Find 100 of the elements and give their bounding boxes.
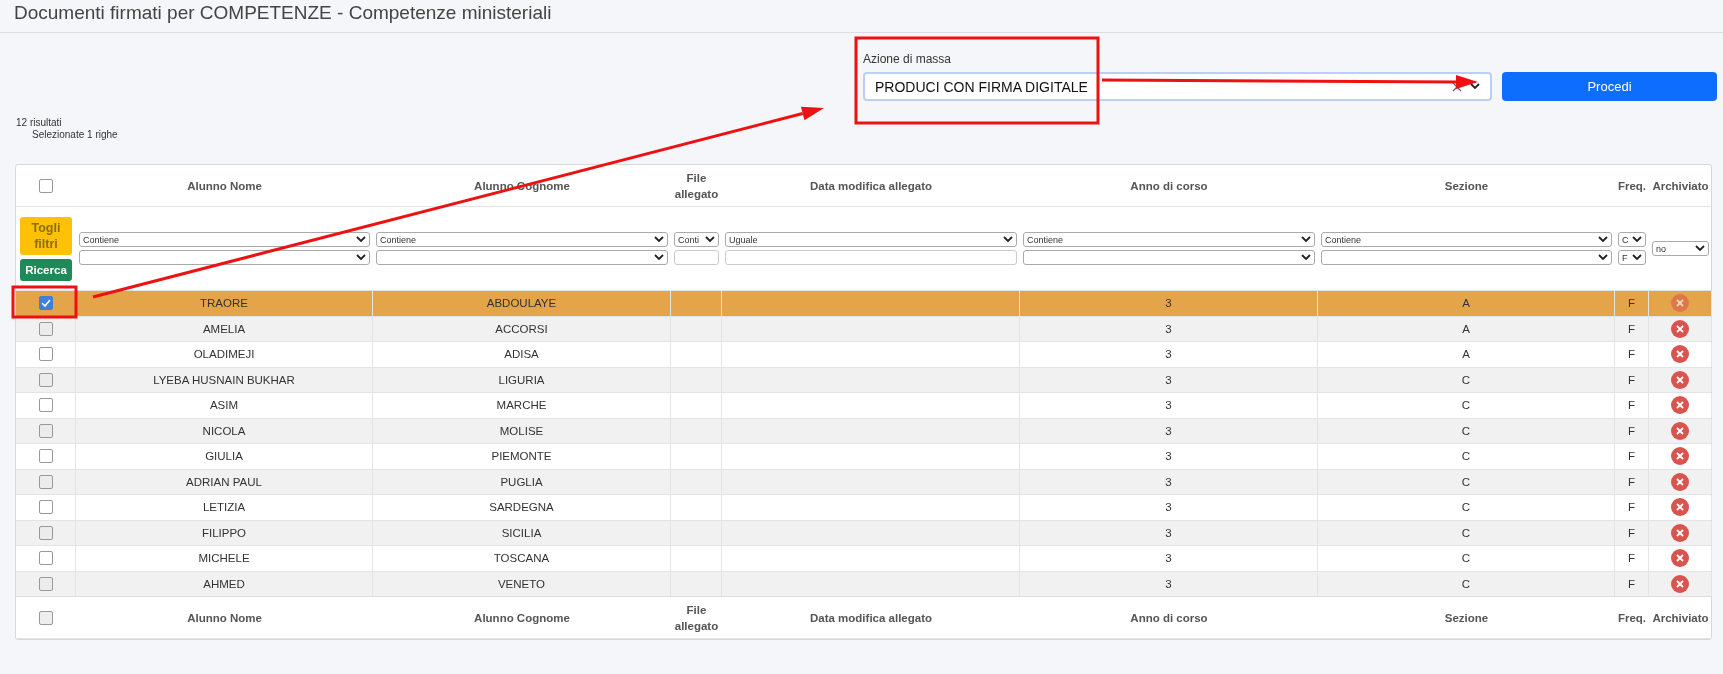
value-dropdown[interactable] (79, 250, 370, 265)
column-header[interactable]: File allegato (671, 601, 722, 634)
delete-icon[interactable] (1671, 523, 1689, 542)
checkbox[interactable] (38, 474, 53, 489)
table-cell: C (1461, 526, 1471, 539)
table-cell: F (1628, 475, 1635, 488)
checkbox[interactable] (38, 321, 53, 336)
column-header[interactable]: Anno di corso (1130, 177, 1208, 194)
checkbox[interactable] (38, 500, 53, 515)
column-header[interactable]: Sezione (1444, 609, 1489, 626)
filter-input[interactable] (725, 250, 1017, 265)
chevron-icon (1301, 254, 1311, 261)
table-cell: F (1628, 450, 1635, 463)
table-row[interactable]: NICOLA MOLISE 3 C F (16, 417, 1711, 443)
value-dropdown[interactable] (376, 250, 668, 265)
table-row[interactable]: AMELIA ACCORSI 3 A F (16, 315, 1711, 341)
delete-icon[interactable] (1671, 345, 1689, 364)
table-cell: ACCORSI (495, 322, 548, 335)
table-cell: F (1628, 424, 1635, 437)
operator-dropdown[interactable]: Conti (674, 232, 719, 247)
table-cell: F (1628, 501, 1635, 514)
table-row[interactable]: ASIM MARCHE 3 C F (16, 392, 1711, 418)
table-cell: C (1461, 450, 1471, 463)
column-header[interactable]: Data modifica allegato (809, 609, 933, 626)
checkbox[interactable] (38, 551, 53, 566)
table-cell: SICILIA (501, 526, 542, 539)
column-header[interactable]: File allegato (671, 169, 722, 202)
checkbox[interactable] (38, 347, 53, 362)
delete-icon[interactable] (1671, 319, 1689, 338)
checkbox[interactable] (38, 296, 53, 311)
checkbox[interactable] (38, 423, 53, 438)
highlight-box (11, 285, 78, 319)
table-row[interactable]: GIULIA PIEMONTE 3 C F (16, 443, 1711, 469)
column-header[interactable]: Alunno Nome (187, 609, 262, 626)
column-header[interactable]: Freq. (1617, 177, 1647, 194)
table-cell: OLADIMEJI (193, 348, 255, 361)
delete-icon[interactable] (1671, 396, 1689, 415)
checkbox[interactable] (38, 449, 53, 464)
table-cell: C (1461, 373, 1471, 386)
column-header[interactable]: Alunno Nome (187, 177, 262, 194)
table-cell: 3 (1165, 322, 1172, 335)
delete-icon[interactable] (1671, 447, 1689, 466)
chevron-icon (356, 254, 366, 261)
table-row[interactable]: MICHELE TOSCANA 3 C F (16, 545, 1711, 571)
checkbox[interactable] (39, 178, 53, 193)
checkbox[interactable] (39, 610, 53, 625)
column-header[interactable]: Archiviato (1652, 177, 1709, 194)
table-cell: C (1461, 424, 1471, 437)
table-row[interactable]: OLADIMEJI ADISA 3 A F (16, 341, 1711, 367)
table-row[interactable]: ADRIAN PAUL PUGLIA 3 C F (16, 468, 1711, 494)
table-cell: 3 (1165, 526, 1172, 539)
checkbox[interactable] (38, 398, 53, 413)
delete-icon[interactable] (1671, 498, 1689, 517)
column-header[interactable]: Archiviato (1652, 609, 1709, 626)
value-dropdown[interactable] (1321, 250, 1612, 265)
operator-dropdown[interactable]: C (1618, 232, 1646, 247)
operator-dropdown[interactable]: Contiene (79, 232, 370, 247)
table-cell: 3 (1165, 297, 1172, 310)
delete-icon[interactable] (1671, 370, 1689, 389)
column-header[interactable]: Alunno Cognome (474, 609, 570, 626)
value-dropdown[interactable]: F (1618, 250, 1646, 265)
value-dropdown[interactable] (1023, 250, 1315, 265)
delete-icon[interactable] (1671, 472, 1689, 491)
proceed-button[interactable]: Procedi (1502, 72, 1717, 101)
checkbox[interactable] (38, 372, 53, 387)
operator-dropdown[interactable]: Contiene (376, 232, 668, 247)
clear-icon[interactable] (1452, 81, 1462, 92)
column-header[interactable]: Anno di corso (1130, 609, 1208, 626)
table-cell: F (1628, 322, 1635, 335)
table-cell: F (1628, 526, 1635, 539)
delete-icon[interactable] (1671, 549, 1689, 568)
operator-dropdown[interactable]: Uguale (725, 232, 1017, 247)
table-cell: LYEBA HUSNAIN BUKHAR (153, 373, 295, 386)
operator-dropdown[interactable]: Contiene (1023, 232, 1315, 247)
table-cell: C (1461, 552, 1471, 565)
operator-dropdown[interactable]: Contiene (1321, 232, 1612, 247)
table-row[interactable]: LYEBA HUSNAIN BUKHAR LIGURIA 3 C F (16, 366, 1711, 392)
search-button[interactable]: Ricerca (20, 258, 72, 281)
mass-action-dropdown[interactable]: PRODUCI CON FIRMA DIGITALE (863, 72, 1492, 101)
table-row[interactable]: LETIZIA SARDEGNA 3 C F (16, 494, 1711, 520)
checkbox[interactable] (38, 525, 53, 540)
table-row[interactable]: TRAORE ABDOULAYE 3 A F (16, 290, 1711, 316)
table-row[interactable]: FILIPPO SICILIA 3 C F (16, 519, 1711, 545)
delete-icon[interactable] (1671, 574, 1689, 593)
delete-icon[interactable] (1671, 294, 1689, 313)
table-cell: LETIZIA (202, 501, 246, 514)
table-cell: FILIPPO (201, 526, 247, 539)
table-row[interactable]: AHMED VENETO 3 C F (16, 570, 1711, 596)
table-cell: ABDOULAYE (486, 297, 557, 310)
table-cell: TRAORE (200, 297, 248, 310)
column-header[interactable]: Sezione (1444, 177, 1489, 194)
delete-icon[interactable] (1671, 421, 1689, 440)
table-cell: SARDEGNA (489, 501, 554, 514)
column-header[interactable]: Freq. (1617, 609, 1647, 626)
archived-dropdown[interactable]: no (1652, 241, 1709, 256)
table-cell: C (1461, 577, 1471, 590)
table-cell: A (1462, 297, 1470, 310)
checkbox[interactable] (38, 576, 53, 591)
column-header[interactable]: Data modifica allegato (809, 177, 933, 194)
filter-input[interactable] (674, 250, 719, 265)
